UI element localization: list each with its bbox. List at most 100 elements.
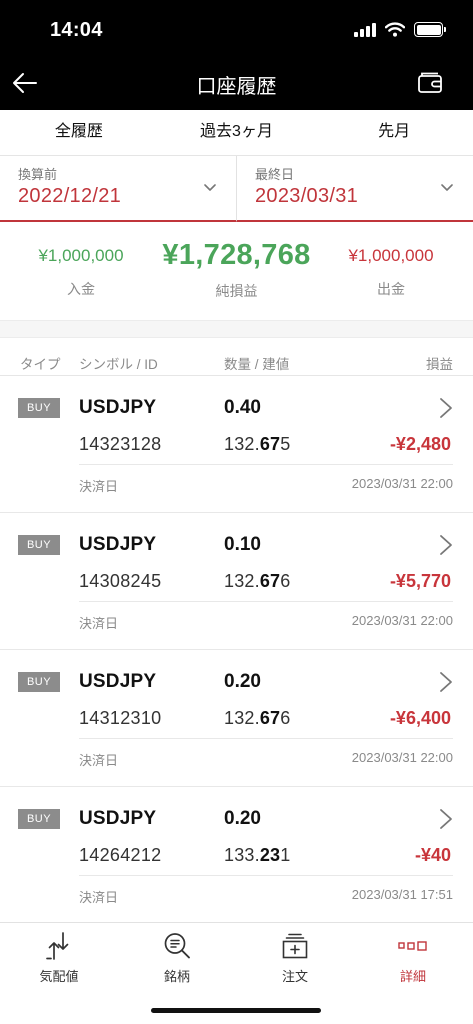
tab-detail-label: 詳細 <box>399 969 426 984</box>
quote-arrows-icon <box>46 932 69 960</box>
settle-label: 決済日 <box>79 616 119 631</box>
settle-label: 決済日 <box>79 753 119 768</box>
page-title: 口座履歴 <box>196 76 277 98</box>
price-head: 132. <box>224 708 260 728</box>
detail-grid-icon <box>398 941 427 951</box>
tab-last-month[interactable]: 先月 <box>315 110 473 155</box>
price-pips: 67 <box>259 708 281 728</box>
settle-label: 決済日 <box>79 479 119 494</box>
tab-symbols-label: 銘柄 <box>163 969 190 984</box>
net-pl-label: 純損益 <box>215 283 258 299</box>
row-divider <box>79 875 453 876</box>
trade-list: BUY USDJPY 0.40 14323128 132.675 -¥2,480… <box>0 376 473 923</box>
tab-order[interactable]: 注文 <box>236 923 354 991</box>
trade-price: 133.231 <box>224 845 290 866</box>
price-head: 132. <box>224 571 260 591</box>
settle-date: 2023/03/31 22:00 <box>351 613 453 628</box>
chevron-right-icon <box>440 398 452 418</box>
account-summary: ¥1,000,000 入金 ¥1,728,768 純損益 ¥1,000,000 … <box>0 222 473 320</box>
price-tail: 5 <box>280 434 291 454</box>
withdrawal-label: 出金 <box>377 281 405 297</box>
tab-quotes[interactable]: 気配値 <box>0 923 118 991</box>
trade-column-header: タイプ シンボル / ID 数量 / 建値 損益 <box>0 338 473 376</box>
period-tabs: 全履歴 過去3ヶ月 先月 <box>0 110 473 156</box>
tab-symbols[interactable]: 銘柄 <box>118 923 236 991</box>
trade-id: 14264212 <box>79 845 162 865</box>
trade-row[interactable]: BUY USDJPY 0.20 14264212 133.231 -¥40 決済… <box>0 787 473 923</box>
price-head: 132. <box>224 434 260 454</box>
date-to-value: 2023/03/31 <box>255 185 359 207</box>
order-icon <box>282 933 308 959</box>
withdrawal-value: ¥1,000,000 <box>348 246 434 265</box>
column-type: タイプ <box>20 357 61 372</box>
settle-date: 2023/03/31 22:00 <box>351 750 453 765</box>
row-divider <box>79 464 453 465</box>
side-badge: BUY <box>18 398 60 418</box>
trade-symbol: USDJPY <box>79 671 157 692</box>
price-pips: 67 <box>259 571 281 591</box>
tab-all-history[interactable]: 全履歴 <box>0 110 158 155</box>
chevron-right-icon <box>440 535 452 555</box>
trade-symbol: USDJPY <box>79 808 157 829</box>
trade-qty: 0.20 <box>224 808 261 829</box>
tab-past-3-months[interactable]: 過去3ヶ月 <box>158 110 316 155</box>
trade-row[interactable]: BUY USDJPY 0.10 14308245 132.676 -¥5,770… <box>0 513 473 650</box>
trade-qty: 0.20 <box>224 671 261 692</box>
row-divider <box>79 738 453 739</box>
net-pl-summary: ¥1,728,768 純損益 <box>150 222 323 301</box>
search-list-icon <box>164 933 190 959</box>
nav-bar: 口座履歴 <box>0 56 473 110</box>
wallet-icon[interactable] <box>417 70 443 96</box>
date-from-value: 2022/12/21 <box>18 185 122 207</box>
status-icons <box>354 22 446 37</box>
trade-symbol: USDJPY <box>79 397 157 418</box>
settle-label: 決済日 <box>79 890 119 905</box>
withdrawal-summary: ¥1,000,000 出金 <box>326 222 456 299</box>
settle-date: 2023/03/31 22:00 <box>351 476 453 491</box>
cellular-signal-icon <box>354 22 376 37</box>
status-bar: 14:04 <box>0 0 473 56</box>
date-to-caption: 最終日 <box>255 167 295 182</box>
tab-quotes-label: 気配値 <box>39 969 79 984</box>
trade-pl: -¥40 <box>414 845 451 865</box>
trade-row[interactable]: BUY USDJPY 0.40 14323128 132.675 -¥2,480… <box>0 376 473 513</box>
column-pl: 損益 <box>426 357 453 372</box>
trade-qty: 0.10 <box>224 534 261 555</box>
date-range: 換算前 2022/12/21 最終日 2023/03/31 <box>0 156 473 222</box>
chevron-right-icon <box>440 672 452 692</box>
chevron-down-icon <box>204 184 216 191</box>
trade-symbol: USDJPY <box>79 534 157 555</box>
column-symbol-id: シンボル / ID <box>79 357 158 372</box>
home-indicator <box>151 1008 321 1013</box>
section-divider <box>0 320 473 338</box>
wifi-icon <box>385 22 405 37</box>
trade-price: 132.676 <box>224 571 290 592</box>
trade-id: 14308245 <box>79 571 162 591</box>
price-tail: 6 <box>280 571 291 591</box>
tab-order-label: 注文 <box>281 969 308 984</box>
net-pl-value: ¥1,728,768 <box>162 239 311 271</box>
side-badge: BUY <box>18 535 60 555</box>
trade-id: 14323128 <box>79 434 162 454</box>
side-badge: BUY <box>18 672 60 692</box>
deposit-summary: ¥1,000,000 入金 <box>16 222 146 299</box>
date-from-select[interactable]: 換算前 2022/12/21 <box>0 156 236 222</box>
trade-pl: -¥5,770 <box>389 571 451 591</box>
date-to-select[interactable]: 最終日 2023/03/31 <box>236 156 473 222</box>
trade-row[interactable]: BUY USDJPY 0.20 14312310 132.676 -¥6,400… <box>0 650 473 787</box>
trade-price: 132.675 <box>224 434 290 455</box>
trade-pl: -¥2,480 <box>389 434 451 454</box>
trade-price: 132.676 <box>224 708 290 729</box>
trade-qty: 0.40 <box>224 397 261 418</box>
price-tail: 1 <box>280 845 291 865</box>
tab-detail[interactable]: 詳細 <box>354 923 472 991</box>
battery-icon <box>414 22 446 37</box>
price-pips: 23 <box>259 845 281 865</box>
chevron-down-icon <box>441 184 453 191</box>
deposit-value: ¥1,000,000 <box>38 246 124 265</box>
price-tail: 6 <box>280 708 291 728</box>
deposit-label: 入金 <box>67 281 95 297</box>
row-divider <box>79 601 453 602</box>
status-time: 14:04 <box>50 19 103 41</box>
trade-pl: -¥6,400 <box>389 708 451 728</box>
